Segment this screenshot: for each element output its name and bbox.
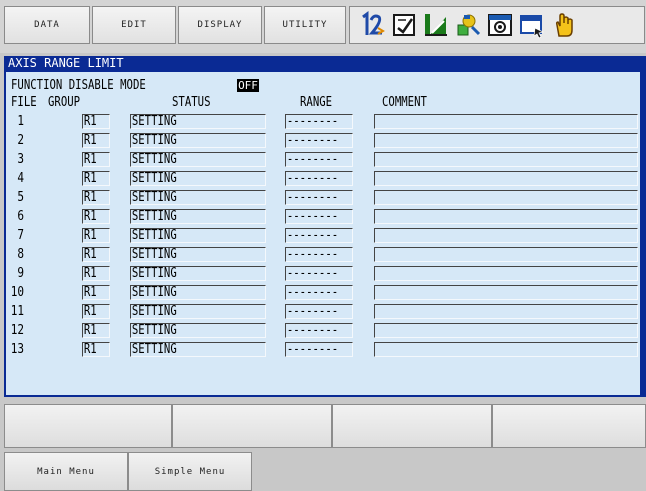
- status-field[interactable]: SETTING: [130, 342, 266, 357]
- comment-field[interactable]: [374, 152, 638, 167]
- row-file-number: 5: [17, 190, 24, 205]
- group-field[interactable]: R1: [82, 323, 110, 338]
- header-group: GROUP: [48, 95, 81, 110]
- row-file-number: 6: [17, 209, 24, 224]
- function-disable-mode-label: FUNCTION DISABLE MODE: [11, 78, 146, 93]
- comment-field[interactable]: [374, 266, 638, 281]
- row-file-number: 2: [17, 133, 24, 148]
- range-field[interactable]: --------: [285, 209, 353, 224]
- menu-display-button[interactable]: DISPLAY: [178, 6, 262, 44]
- status-field[interactable]: SETTING: [130, 285, 266, 300]
- header-status: STATUS: [172, 95, 211, 110]
- soft-key-3[interactable]: [332, 404, 492, 448]
- range-field[interactable]: --------: [285, 323, 353, 338]
- status-field[interactable]: SETTING: [130, 133, 266, 148]
- status-field[interactable]: SETTING: [130, 266, 266, 281]
- header-comment: COMMENT: [382, 95, 427, 110]
- group-field[interactable]: R1: [82, 171, 110, 186]
- header-file: FILE: [11, 95, 37, 110]
- status-field[interactable]: SETTING: [130, 171, 266, 186]
- group-field[interactable]: R1: [82, 209, 110, 224]
- group-field[interactable]: R1: [82, 342, 110, 357]
- comment-field[interactable]: [374, 304, 638, 319]
- range-field[interactable]: --------: [285, 228, 353, 243]
- group-field[interactable]: R1: [82, 285, 110, 300]
- group-field[interactable]: R1: [82, 266, 110, 281]
- comment-field[interactable]: [374, 247, 638, 262]
- range-field[interactable]: --------: [285, 342, 353, 357]
- range-field[interactable]: --------: [285, 171, 353, 186]
- bottom-bar: Main Menu Simple Menu: [0, 452, 646, 491]
- group-field[interactable]: R1: [82, 152, 110, 167]
- range-field[interactable]: --------: [285, 152, 353, 167]
- range-field[interactable]: --------: [285, 266, 353, 281]
- group-field[interactable]: R1: [82, 228, 110, 243]
- menu-data-button[interactable]: DATA: [4, 6, 90, 44]
- row-file-number: 1: [17, 114, 24, 129]
- row-file-number: 10: [10, 285, 24, 300]
- soft-key-bar: [0, 404, 646, 448]
- soft-key-2[interactable]: [172, 404, 332, 448]
- group-field[interactable]: R1: [82, 133, 110, 148]
- hand-icon[interactable]: [550, 11, 578, 39]
- comment-field[interactable]: [374, 285, 638, 300]
- comment-field[interactable]: [374, 190, 638, 205]
- header-range: RANGE: [300, 95, 333, 110]
- range-field[interactable]: --------: [285, 247, 353, 262]
- row-file-number: 12: [10, 323, 24, 338]
- row-file-number: 9: [17, 266, 24, 281]
- status-field[interactable]: SETTING: [130, 228, 266, 243]
- status-field[interactable]: SETTING: [130, 152, 266, 167]
- simple-menu-button[interactable]: Simple Menu: [128, 452, 252, 491]
- group-field[interactable]: R1: [82, 114, 110, 129]
- comment-field[interactable]: [374, 323, 638, 338]
- group-field[interactable]: R1: [82, 190, 110, 205]
- status-field[interactable]: SETTING: [130, 323, 266, 338]
- comment-field[interactable]: [374, 342, 638, 357]
- main-menu-button[interactable]: Main Menu: [4, 452, 128, 491]
- screen-icon[interactable]: [486, 11, 514, 39]
- soft-key-1[interactable]: [4, 404, 172, 448]
- top-menu-bar: DATA EDIT DISPLAY UTILITY: [0, 0, 646, 53]
- window-title: AXIS RANGE LIMIT: [8, 56, 124, 70]
- range-field[interactable]: --------: [285, 190, 353, 205]
- row-file-number: 3: [17, 152, 24, 167]
- soft-key-4[interactable]: [492, 404, 646, 448]
- function-disable-mode-value[interactable]: OFF: [237, 79, 259, 92]
- row-file-number: 4: [17, 171, 24, 186]
- range-field[interactable]: --------: [285, 114, 353, 129]
- comment-field[interactable]: [374, 228, 638, 243]
- range-field[interactable]: --------: [285, 133, 353, 148]
- comment-field[interactable]: [374, 209, 638, 224]
- range-field[interactable]: --------: [285, 304, 353, 319]
- signal-icon[interactable]: [422, 11, 450, 39]
- menu-edit-button[interactable]: EDIT: [92, 6, 176, 44]
- comment-field[interactable]: [374, 171, 638, 186]
- toolbar-icon-strip: [349, 6, 645, 44]
- row-file-number: 11: [10, 304, 24, 319]
- row-file-number: 13: [10, 342, 24, 357]
- status-field[interactable]: SETTING: [130, 247, 266, 262]
- status-field[interactable]: SETTING: [130, 304, 266, 319]
- memo-icon[interactable]: [390, 11, 418, 39]
- window-icon[interactable]: [518, 11, 546, 39]
- row-file-number: 8: [17, 247, 24, 262]
- menu-utility-button[interactable]: UTILITY: [264, 6, 346, 44]
- comment-field[interactable]: [374, 114, 638, 129]
- comment-field[interactable]: [374, 133, 638, 148]
- tool-icon[interactable]: [454, 11, 482, 39]
- status-field[interactable]: SETTING: [130, 114, 266, 129]
- range-field[interactable]: --------: [285, 285, 353, 300]
- row-file-number: 7: [17, 228, 24, 243]
- status-field[interactable]: SETTING: [130, 209, 266, 224]
- group-field[interactable]: R1: [82, 247, 110, 262]
- status-field[interactable]: SETTING: [130, 190, 266, 205]
- one-two-icon[interactable]: [358, 11, 386, 39]
- group-field[interactable]: R1: [82, 304, 110, 319]
